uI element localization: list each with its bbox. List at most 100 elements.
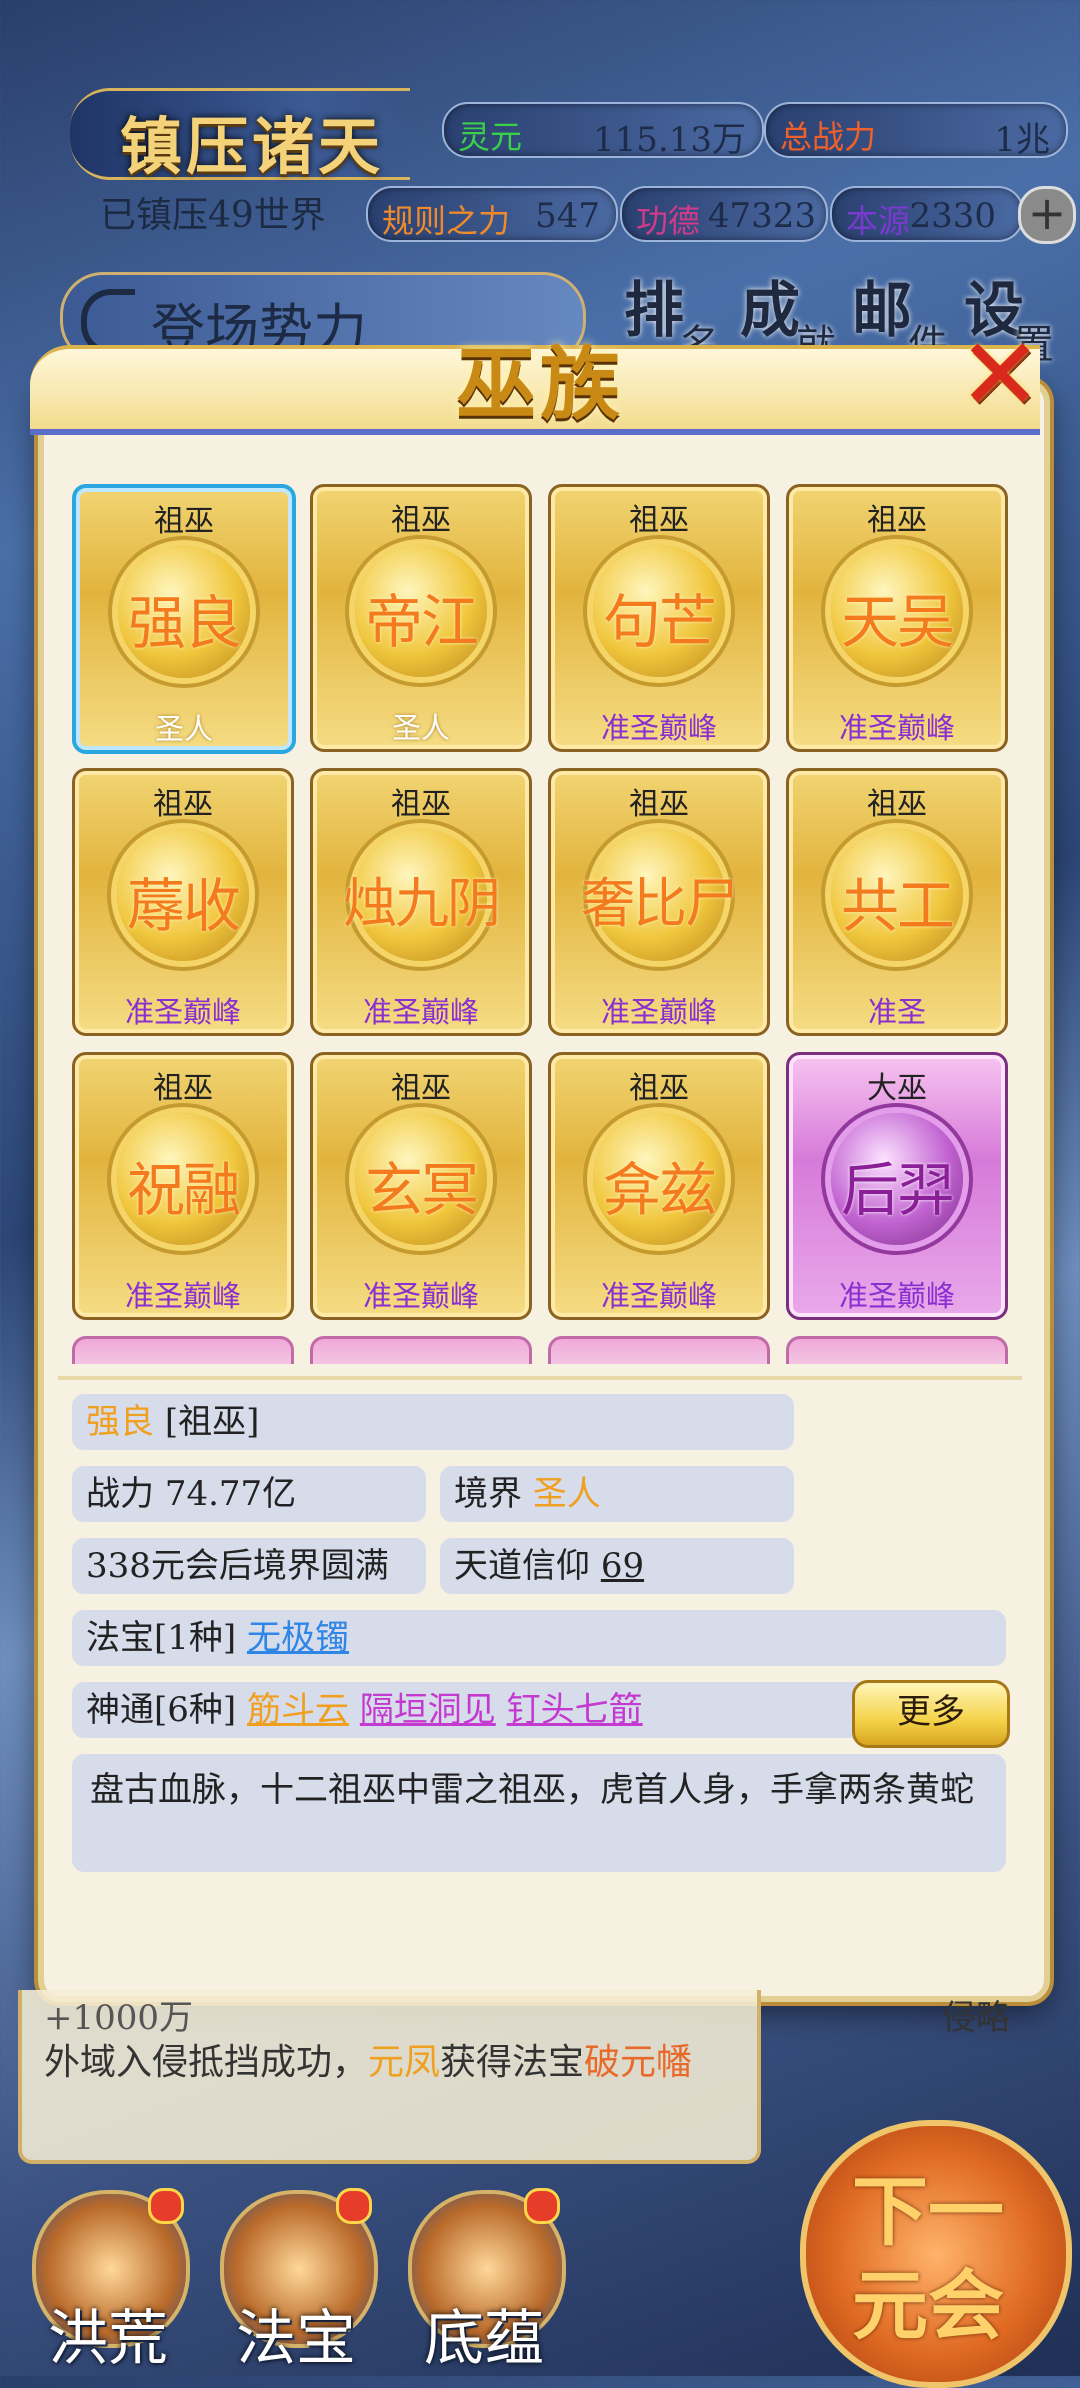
detail-perfect-row: 338元会后境界圆满 bbox=[72, 1538, 426, 1594]
card-name: 玄冥 bbox=[364, 1156, 479, 1224]
treasure-label: 法宝[1种] bbox=[86, 1618, 237, 1658]
member-card[interactable]: 祖巫 烛九阴 准圣巅峰 bbox=[310, 768, 532, 1036]
stat-value: 1兆 bbox=[994, 120, 1050, 160]
stat-label: 规则之力 bbox=[382, 202, 511, 240]
bottom-nav-label: 底蕴 bbox=[424, 2304, 544, 2374]
log-prefix: 外域入侵抵挡成功， bbox=[44, 2042, 369, 2083]
member-description: 盘古血脉，十二祖巫中雷之祖巫，虎首人身，手拿两条黄蛇 bbox=[72, 1754, 1006, 1872]
member-card-partial[interactable] bbox=[310, 1336, 532, 1364]
card-name: 强良 bbox=[127, 589, 242, 657]
skill-label: 神通[6种] bbox=[86, 1690, 237, 1730]
power-value: 74.77亿 bbox=[164, 1474, 297, 1514]
card-rank: 祖巫 bbox=[629, 503, 689, 538]
stat-label: 功德 bbox=[636, 202, 701, 240]
skill-link[interactable]: 筋斗云 bbox=[247, 1690, 349, 1730]
add-origin-button[interactable]: + bbox=[1018, 186, 1076, 244]
card-name: 句芒 bbox=[602, 588, 717, 656]
card-realm: 准圣巅峰 bbox=[124, 995, 241, 1029]
power-label: 战力 bbox=[86, 1474, 154, 1514]
faith-value[interactable]: 69 bbox=[601, 1546, 644, 1586]
member-card[interactable]: 大巫 后羿 准圣巅峰 bbox=[786, 1052, 1008, 1320]
stat-merit: 功德 47323 bbox=[620, 186, 828, 242]
bottom-nav-diyun[interactable]: 底蕴 bbox=[394, 2180, 574, 2374]
card-name: 共工 bbox=[840, 872, 955, 940]
notification-badge bbox=[148, 2188, 184, 2224]
log-cut-line: +1000万 bbox=[44, 1998, 194, 2038]
stat-value: 547 bbox=[535, 196, 600, 236]
member-card-partial[interactable] bbox=[548, 1336, 770, 1364]
card-realm: 圣人 bbox=[154, 712, 213, 746]
member-card-partial[interactable] bbox=[786, 1336, 1008, 1364]
skill-link[interactable]: 钉头七箭 bbox=[507, 1690, 643, 1730]
card-name: 后羿 bbox=[840, 1156, 955, 1224]
card-realm: 准圣巅峰 bbox=[362, 995, 479, 1029]
card-rank: 祖巫 bbox=[867, 503, 927, 538]
log-middle: 获得法宝 bbox=[440, 2042, 585, 2083]
stat-value: 115.13万 bbox=[593, 120, 746, 160]
card-rank: 祖巫 bbox=[391, 1071, 451, 1106]
member-card[interactable]: 祖巫 帝江 圣人 bbox=[310, 484, 532, 752]
close-icon[interactable]: ✕ bbox=[950, 325, 1050, 430]
detail-name: 强良 bbox=[86, 1402, 154, 1442]
member-card[interactable]: 祖巫 强良 圣人 bbox=[72, 484, 296, 754]
card-realm: 准圣 bbox=[867, 995, 926, 1029]
perfect-text: 338元会后境界圆满 bbox=[86, 1546, 389, 1586]
card-rank: 祖巫 bbox=[867, 787, 927, 822]
member-grid: 祖巫 强良 圣人 祖巫 帝江 圣人 祖巫 句芒 准圣巅峰 祖巫 天吴 准圣巅峰 … bbox=[72, 484, 1012, 1364]
card-rank: 祖巫 bbox=[391, 503, 451, 538]
more-button[interactable]: 更多 bbox=[852, 1680, 1010, 1748]
stat-label: 总战力 bbox=[780, 118, 877, 156]
card-realm: 准圣巅峰 bbox=[362, 1279, 479, 1313]
card-name: 烛九阴 bbox=[343, 872, 501, 935]
stat-value: 2330 bbox=[909, 196, 996, 236]
card-rank: 祖巫 bbox=[154, 504, 214, 539]
member-card[interactable]: 祖巫 奢比尸 准圣巅峰 bbox=[548, 768, 770, 1036]
event-log-text: 外域入侵抵挡成功，元凤获得法宝破元幡 bbox=[44, 2040, 744, 2086]
card-rank: 祖巫 bbox=[629, 1071, 689, 1106]
notification-badge bbox=[524, 2188, 560, 2224]
notification-badge bbox=[336, 2188, 372, 2224]
member-card[interactable]: 祖巫 句芒 准圣巅峰 bbox=[548, 484, 770, 752]
bottom-nav-fabao[interactable]: 法宝 bbox=[206, 2180, 386, 2374]
next-era-label-2: 元会 bbox=[852, 2261, 1004, 2350]
stat-value: 47323 bbox=[707, 196, 816, 236]
card-name: 祝融 bbox=[126, 1156, 241, 1224]
detail-realm-row: 境界 圣人 bbox=[440, 1466, 794, 1522]
skill-link[interactable]: 隔垣洞见 bbox=[360, 1690, 496, 1730]
detail-power-row: 战力 74.77亿 bbox=[72, 1466, 426, 1522]
member-card[interactable]: 祖巫 祝融 准圣巅峰 bbox=[72, 1052, 294, 1320]
member-card[interactable]: 祖巫 天吴 准圣巅峰 bbox=[786, 484, 1008, 752]
card-name: 奢比尸 bbox=[581, 872, 739, 935]
stat-label: 本源 bbox=[846, 202, 911, 240]
member-card[interactable]: 祖巫 蓐收 准圣巅峰 bbox=[72, 768, 294, 1036]
bottom-nav-honghuang[interactable]: 洪荒 bbox=[18, 2180, 198, 2374]
modal-title: 巫族 bbox=[456, 337, 624, 431]
card-rank: 祖巫 bbox=[629, 787, 689, 822]
bottom-nav-label: 法宝 bbox=[236, 2304, 356, 2374]
member-card[interactable]: 祖巫 玄冥 准圣巅峰 bbox=[310, 1052, 532, 1320]
card-rank: 大巫 bbox=[867, 1071, 927, 1106]
member-card[interactable]: 祖巫 共工 准圣 bbox=[786, 768, 1008, 1036]
card-rank: 祖巫 bbox=[153, 1071, 213, 1106]
divider bbox=[58, 1376, 1022, 1380]
log-person: 元凤 bbox=[368, 2042, 441, 2083]
card-realm: 准圣巅峰 bbox=[600, 995, 717, 1029]
stat-label: 灵元 bbox=[458, 118, 523, 156]
next-era-button[interactable]: 下一 元会 bbox=[800, 2120, 1072, 2388]
member-card-partial[interactable] bbox=[72, 1336, 294, 1364]
detail-rank: [祖巫] bbox=[164, 1402, 260, 1442]
detail-name-row: 强良 [祖巫] bbox=[72, 1394, 794, 1450]
card-realm: 圣人 bbox=[391, 711, 450, 745]
card-name: 弇兹 bbox=[602, 1156, 717, 1224]
card-rank: 祖巫 bbox=[153, 787, 213, 822]
card-realm: 准圣巅峰 bbox=[838, 711, 955, 745]
card-realm: 准圣巅峰 bbox=[600, 1279, 717, 1313]
suppressed-worlds-text: 已镇压49世界 bbox=[100, 195, 326, 236]
treasure-link[interactable]: 无极镯 bbox=[247, 1618, 349, 1658]
stat-lingyuan: 灵元 115.13万 bbox=[442, 102, 764, 160]
stat-origin: 本源 2330 bbox=[830, 186, 1024, 242]
member-card[interactable]: 祖巫 弇兹 准圣巅峰 bbox=[548, 1052, 770, 1320]
card-rank: 祖巫 bbox=[391, 787, 451, 822]
card-name: 天吴 bbox=[840, 588, 955, 656]
card-name: 蓐收 bbox=[126, 872, 241, 940]
